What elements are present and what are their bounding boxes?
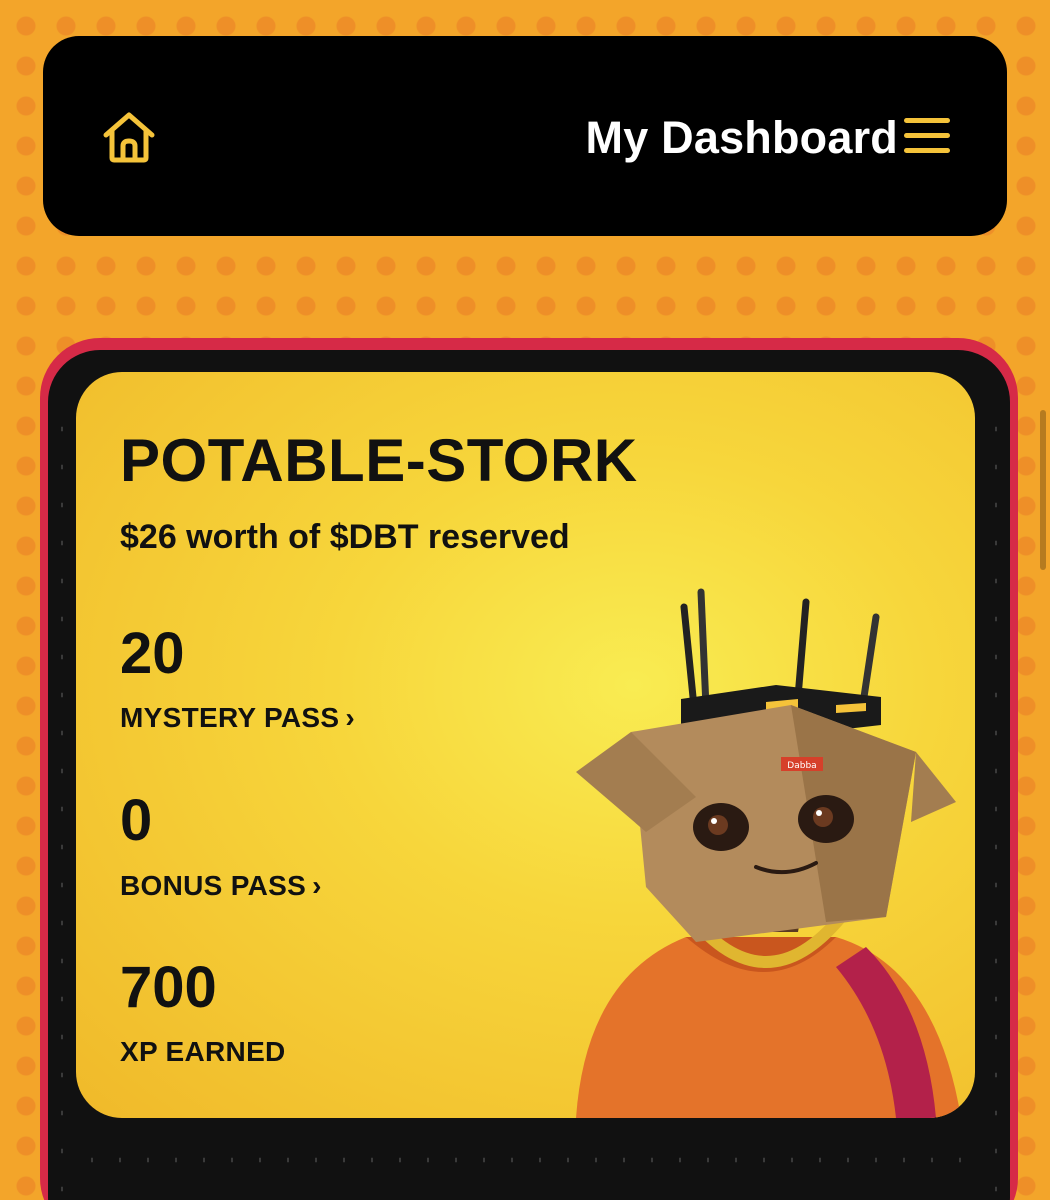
frame-dots-left (58, 410, 66, 1200)
frame-dots-bottom (78, 1150, 978, 1170)
profile-name: POTABLE-STORK (120, 427, 638, 494)
bonus-pass-label: BONUS PASS (120, 870, 307, 901)
scrollbar-thumb[interactable] (1040, 410, 1046, 570)
hamburger-menu-icon-line (904, 148, 950, 153)
avatar-illustration: Dabba (576, 588, 961, 1118)
frame-dots-right (992, 410, 1000, 1200)
page-scrollbar[interactable] (1038, 0, 1050, 1200)
home-icon (103, 112, 155, 163)
chevron-right-icon: › (345, 702, 355, 733)
profile-card: POTABLE-STORK $26 worth of $DBT reserved… (76, 372, 975, 1118)
chevron-right-icon: › (312, 870, 322, 901)
hamburger-menu-icon-line (904, 118, 950, 123)
home-button[interactable] (98, 106, 160, 168)
xp-earned-label: XP EARNED (120, 1036, 286, 1067)
reserved-amount: $26 worth of $DBT reserved (120, 518, 570, 556)
bonus-pass-link[interactable]: BONUS PASS › (120, 870, 322, 902)
bonus-pass-count: 0 (120, 788, 153, 853)
hamburger-menu-button[interactable] (900, 112, 956, 162)
hamburger-menu-icon-line (904, 133, 950, 138)
mystery-pass-label: MYSTERY PASS (120, 702, 340, 733)
xp-earned-count: 700 (120, 955, 217, 1020)
mystery-pass-count: 20 (120, 621, 185, 686)
avatar-badge: Dabba (787, 761, 816, 771)
page-title: My Dashboard (585, 112, 898, 163)
mystery-pass-link[interactable]: MYSTERY PASS › (120, 702, 355, 734)
